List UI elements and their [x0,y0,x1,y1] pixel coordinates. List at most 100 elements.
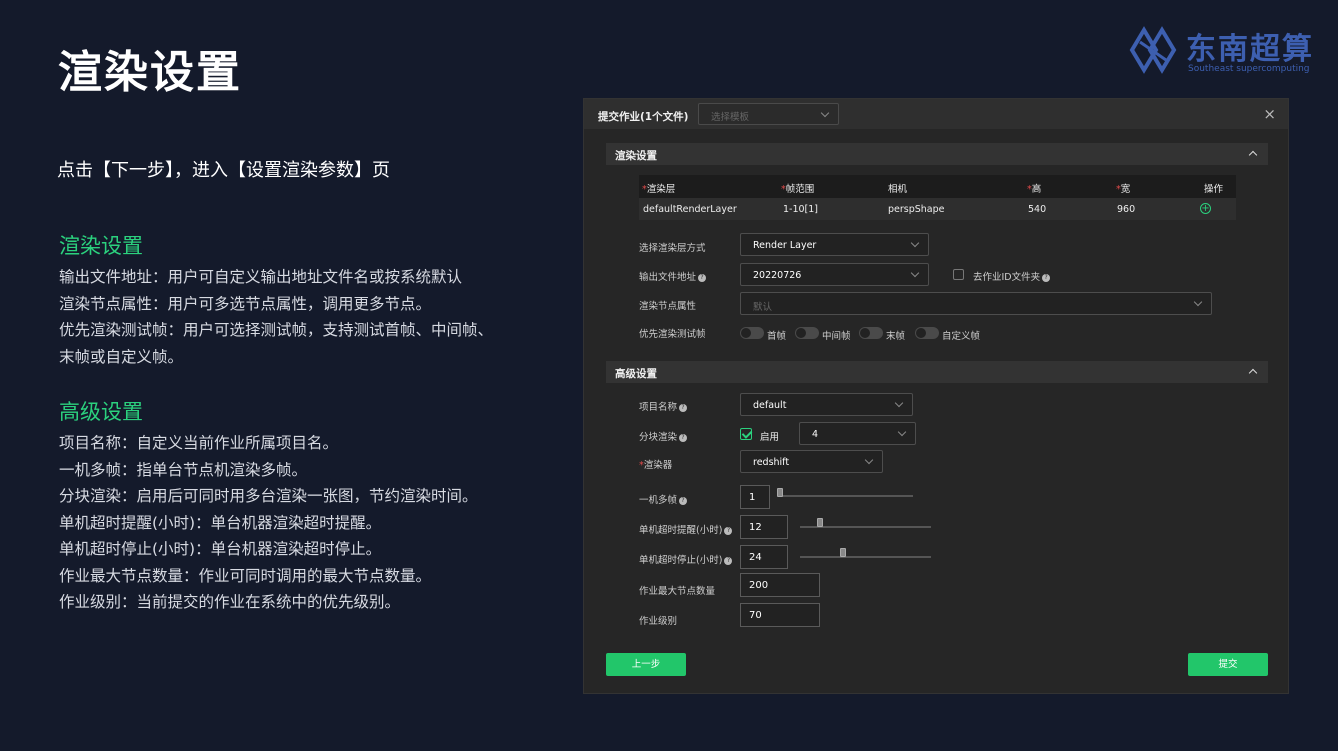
close-icon[interactable]: × [1263,105,1276,123]
advanced-settings-panel-header[interactable]: 高级设置 [606,361,1268,383]
previous-step-button[interactable]: 上一步 [606,653,686,676]
timeout-warn-slider-handle[interactable] [817,518,823,527]
table-cell: 1-10[1] [783,204,819,215]
panel-title: 高级设置 [615,368,657,380]
multi-frame-input[interactable]: 1 [740,485,770,509]
template-placeholder: 选择模板 [711,112,750,123]
description-line: 末帧或自定义帧。 [59,347,184,366]
timeout-stop-label: 单机超时停止(小时)? [639,552,733,566]
remove-id-folder-label: 去作业ID文件夹? [973,269,1051,283]
tile-render-label: 分块渲染? [639,429,688,443]
page-title: 渲染设置 [58,47,242,98]
chevron-down-icon [1193,297,1203,307]
description-line: 单机超时停止(小时)：单台机器渲染超时停止。 [59,540,382,558]
logo-mark-icon [1129,26,1177,74]
table-row: defaultRenderLayer 1-10[1] perspShape 54… [639,198,1236,220]
toggle-label: 中间帧 [822,331,851,342]
description-line: 输出文件地址：用户可自定义输出地址文件名或按系统默认 [59,268,463,286]
column-header: *帧范围 [781,184,815,195]
output-path-label: 输出文件地址? [639,269,707,283]
tile-enable-label: 启用 [760,432,780,443]
multi-frame-slider-track[interactable] [780,495,913,497]
help-icon: ? [679,403,688,412]
layer-mode-label: 选择渲染层方式 [639,243,706,254]
table-cell: 540 [1028,204,1047,215]
description-line: 作业级别：当前提交的作业在系统中的优先级别。 [59,593,401,611]
tile-count-select[interactable]: 4 [799,422,916,445]
chevron-down-icon [894,398,904,408]
description-line: 项目名称：自定义当前作业所属项目名。 [59,434,339,452]
template-select[interactable]: 选择模板 [698,103,839,125]
collapse-icon[interactable] [1248,368,1258,378]
description-line: 一机多帧：指单台节点机渲染多帧。 [59,460,308,479]
chevron-down-icon [864,455,874,465]
timeout-warn-label: 单机超时提醒(小时)? [639,522,733,536]
node-attr-label: 渲染节点属性 [639,301,697,312]
table-cell: 960 [1117,204,1136,215]
help-icon: ? [724,556,733,565]
help-icon: ? [679,433,688,442]
multi-frame-slider-handle[interactable] [777,488,783,497]
intro-text: 点击【下一步】，进入【设置渲染参数】页 [57,160,390,181]
logo-name: 东南超算 [1186,32,1314,67]
last-frame-toggle[interactable] [859,327,883,339]
description-line: 作业最大节点数量：作业可同时调用的最大节点数量。 [59,566,432,585]
section-heading: 渲染设置 [59,234,143,258]
custom-frame-toggle[interactable] [915,327,939,339]
submit-job-dialog: 提交作业(1个文件) 选择模板 × 渲染设置 *渲染层 *帧范围 相机 *高 *… [583,98,1289,694]
description-line: 分块渲染：启用后可同时用多台渲染一张图，节约渲染时间。 [59,487,478,505]
max-nodes-label: 作业最大节点数量 [639,586,716,597]
timeout-stop-input[interactable]: 24 [740,545,788,569]
add-icon[interactable]: + [1200,203,1211,214]
tile-render-checkbox[interactable] [740,428,752,440]
help-icon: ? [724,526,733,535]
remove-id-folder-checkbox[interactable] [953,269,964,280]
column-header: *渲染层 [642,184,676,195]
collapse-icon[interactable] [1248,150,1258,160]
project-name-label: 项目名称? [639,399,688,413]
project-name-select[interactable]: default [740,393,913,416]
max-nodes-input[interactable]: 200 [740,573,820,597]
output-path-select[interactable]: 20220726 [740,263,929,286]
render-settings-description: 渲染设置 输出文件地址：用户可自定义输出地址文件名或按系统默认 渲染节点属性：用… [59,230,539,370]
section-heading: 高级设置 [59,400,143,424]
description-line: 单机超时提醒(小时)：单台机器渲染超时提醒。 [59,513,382,532]
layer-mode-select[interactable]: Render Layer [740,233,929,256]
table-cell: perspShape [888,204,945,215]
test-frame-label: 优先渲染测试帧 [639,329,706,340]
chevron-down-icon [910,238,920,248]
multi-frame-label: 一机多帧? [639,492,688,506]
dialog-title: 提交作业(1个文件) [598,111,689,123]
chevron-down-icon [897,427,907,437]
first-frame-toggle[interactable] [740,327,764,339]
help-icon: ? [1042,273,1051,282]
chevron-down-icon [910,268,920,278]
renderer-select[interactable]: redshift [740,450,883,473]
table-cell: defaultRenderLayer [643,204,737,215]
company-logo: 东南超算 Southeast supercomputing [1126,22,1316,80]
node-attr-select[interactable]: 默认 [740,292,1212,315]
logo-subtitle: Southeast supercomputing [1188,64,1310,74]
description-line: 优先渲染测试帧：用户可选择测试帧，支持测试首帧、中间帧、 [59,321,494,339]
render-layer-table: *渲染层 *帧范围 相机 *高 *宽 操作 defaultRenderLayer… [639,175,1236,220]
priority-label: 作业级别 [639,616,678,627]
render-settings-panel-header[interactable]: 渲染设置 [606,143,1268,165]
timeout-stop-slider-handle[interactable] [840,548,846,557]
description-line: 渲染节点属性：用户可多选节点属性，调用更多节点。 [59,294,432,313]
priority-input[interactable]: 70 [740,603,820,627]
help-icon: ? [679,496,688,505]
help-icon: ? [698,273,707,282]
column-header: 相机 [888,184,908,195]
timeout-warn-input[interactable]: 12 [740,515,788,539]
panel-title: 渲染设置 [615,150,657,162]
column-header: *高 [1027,184,1042,195]
renderer-label: *渲染器 [639,460,673,471]
column-header: *宽 [1116,184,1131,195]
timeout-stop-slider-track[interactable] [800,556,931,558]
toggle-label: 首帧 [767,331,787,342]
middle-frame-toggle[interactable] [795,327,819,339]
table-header: *渲染层 *帧范围 相机 *高 *宽 操作 [639,175,1236,198]
toggle-label: 自定义帧 [942,331,981,342]
submit-button[interactable]: 提交 [1188,653,1268,676]
toggle-label: 末帧 [886,331,906,342]
